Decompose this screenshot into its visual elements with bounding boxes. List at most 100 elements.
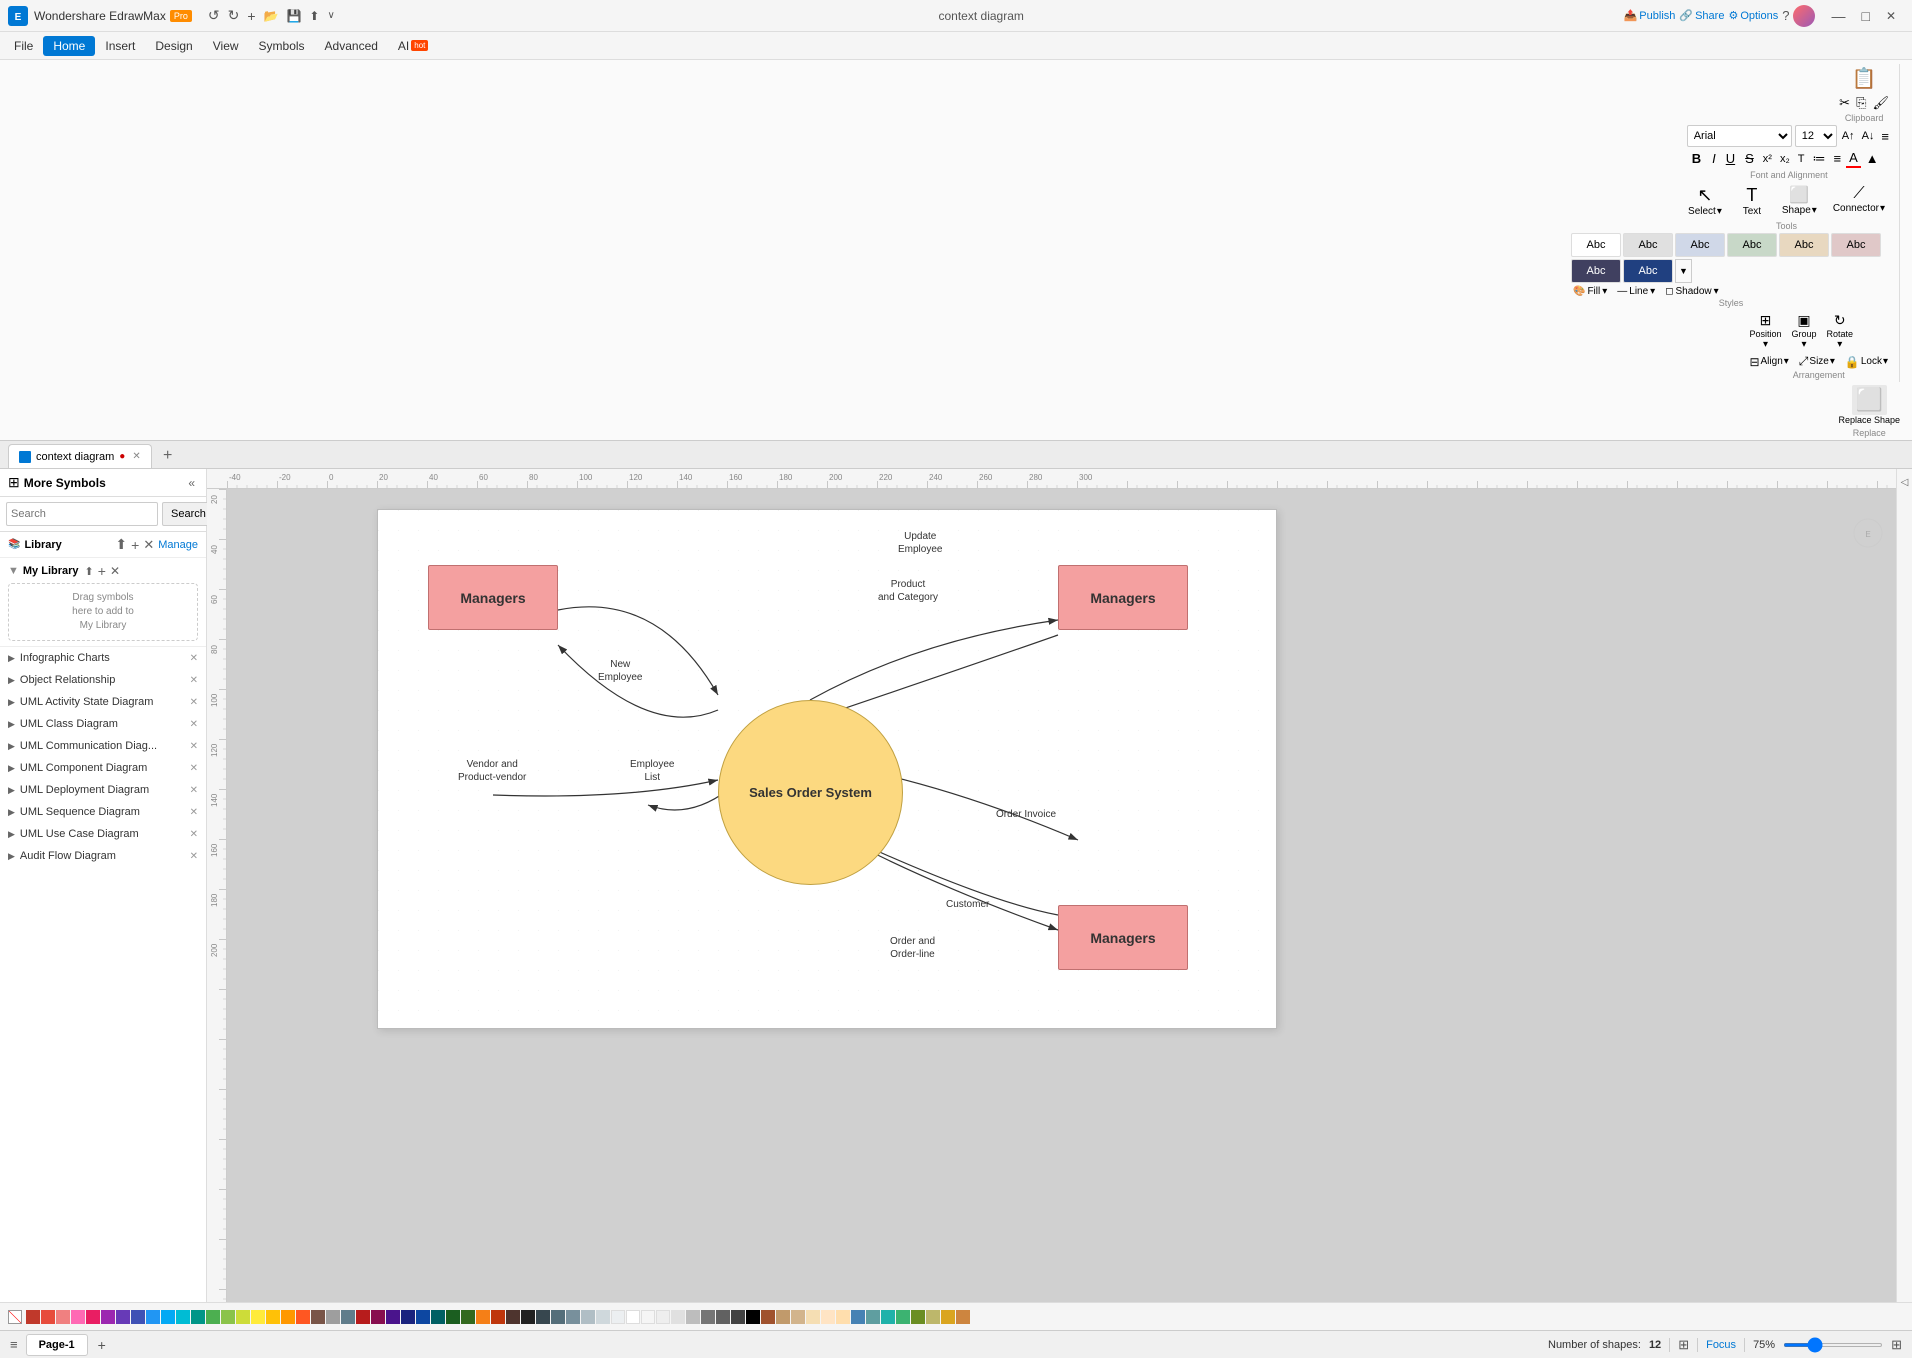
color-swatch[interactable] bbox=[341, 1310, 355, 1324]
style-swatch-8[interactable]: Abc bbox=[1623, 259, 1673, 283]
color-swatch[interactable] bbox=[71, 1310, 85, 1324]
color-swatch[interactable] bbox=[746, 1310, 760, 1324]
color-swatch[interactable] bbox=[761, 1310, 775, 1324]
menu-view[interactable]: View bbox=[203, 36, 249, 56]
text-tool-btn[interactable]: T Text bbox=[1732, 182, 1772, 220]
list-item[interactable]: ▶ UML Use Case Diagram ✕ bbox=[0, 823, 206, 845]
color-swatch[interactable] bbox=[356, 1310, 370, 1324]
menu-insert[interactable]: Insert bbox=[95, 36, 145, 56]
style-swatch-4[interactable]: Abc bbox=[1727, 233, 1777, 257]
menu-advanced[interactable]: Advanced bbox=[315, 36, 388, 56]
color-swatch[interactable] bbox=[596, 1310, 610, 1324]
my-library-add-button[interactable]: + bbox=[98, 563, 106, 579]
list-item[interactable]: ▶ UML Sequence Diagram ✕ bbox=[0, 801, 206, 823]
color-swatch[interactable] bbox=[236, 1310, 250, 1324]
style-swatch-7[interactable]: Abc bbox=[1571, 259, 1621, 283]
color-swatch[interactable] bbox=[701, 1310, 715, 1324]
maximize-button[interactable]: □ bbox=[1853, 6, 1877, 26]
minimize-button[interactable]: — bbox=[1823, 6, 1853, 26]
style-swatch-1[interactable]: Abc bbox=[1571, 233, 1621, 257]
canvas-content[interactable]: Managers Managers Managers Sales Order S… bbox=[227, 489, 1896, 1302]
menu-file[interactable]: File bbox=[4, 36, 43, 56]
color-swatch[interactable] bbox=[836, 1310, 850, 1324]
paste-button[interactable]: 📋 bbox=[1848, 64, 1881, 93]
color-swatch[interactable] bbox=[86, 1310, 100, 1324]
options-button[interactable]: ⚙Options bbox=[1728, 9, 1778, 22]
color-swatch[interactable] bbox=[791, 1310, 805, 1324]
font-size-inc-button[interactable]: A↑ bbox=[1840, 129, 1857, 143]
color-swatch[interactable] bbox=[566, 1310, 580, 1324]
remove-uml-deploy-button[interactable]: ✕ bbox=[190, 785, 198, 796]
color-swatch[interactable] bbox=[56, 1310, 70, 1324]
save-button[interactable]: 💾 bbox=[282, 7, 305, 25]
style-swatch-5[interactable]: Abc bbox=[1779, 233, 1829, 257]
my-library-expand-button[interactable]: ⬆ bbox=[85, 565, 94, 578]
color-swatch[interactable] bbox=[176, 1310, 190, 1324]
center-circle[interactable]: Sales Order System bbox=[718, 700, 903, 885]
color-swatch[interactable] bbox=[221, 1310, 235, 1324]
remove-uml-usecase-button[interactable]: ✕ bbox=[190, 829, 198, 840]
color-swatch[interactable] bbox=[941, 1310, 955, 1324]
color-swatch[interactable] bbox=[131, 1310, 145, 1324]
color-swatch[interactable] bbox=[251, 1310, 265, 1324]
color-swatch[interactable] bbox=[821, 1310, 835, 1324]
fit-button[interactable]: ⊞ bbox=[1678, 1337, 1689, 1353]
bold-button[interactable]: B bbox=[1687, 149, 1706, 168]
superscript-button[interactable]: x² bbox=[1760, 152, 1775, 166]
color-swatch[interactable] bbox=[206, 1310, 220, 1324]
publish-button[interactable]: 📤Publish bbox=[1624, 9, 1676, 22]
undo-button[interactable]: ↺ bbox=[204, 5, 224, 26]
canvas-scroll[interactable]: 20 40 60 80 100 120 140 160 180 200 bbox=[207, 489, 1896, 1302]
page-tab-1[interactable]: Page-1 bbox=[26, 1334, 88, 1356]
list-item[interactable]: ▶ UML Communication Diag... ✕ bbox=[0, 735, 206, 757]
tab-context-diagram[interactable]: context diagram ● ✕ bbox=[8, 444, 152, 468]
remove-uml-seq-button[interactable]: ✕ bbox=[190, 807, 198, 818]
color-swatch[interactable] bbox=[296, 1310, 310, 1324]
color-swatch[interactable] bbox=[41, 1310, 55, 1324]
add-page-button[interactable]: + bbox=[96, 1337, 108, 1353]
font-name-select[interactable]: Arial bbox=[1687, 125, 1792, 147]
manager-box-topright[interactable]: Managers bbox=[1058, 565, 1188, 630]
color-swatch[interactable] bbox=[101, 1310, 115, 1324]
number-list-button[interactable]: ≡ bbox=[1830, 150, 1844, 167]
color-swatch[interactable] bbox=[446, 1310, 460, 1324]
color-swatch[interactable] bbox=[311, 1310, 325, 1324]
color-swatch[interactable] bbox=[191, 1310, 205, 1324]
replace-shape-button[interactable]: ⬜ Replace Shape bbox=[1832, 382, 1906, 428]
color-swatch[interactable] bbox=[731, 1310, 745, 1324]
color-swatch[interactable] bbox=[461, 1310, 475, 1324]
color-swatch[interactable] bbox=[281, 1310, 295, 1324]
color-swatch[interactable] bbox=[386, 1310, 400, 1324]
color-swatch[interactable] bbox=[671, 1310, 685, 1324]
color-swatch[interactable] bbox=[626, 1310, 640, 1324]
panel-collapse-button[interactable]: « bbox=[185, 475, 198, 491]
color-swatch[interactable] bbox=[806, 1310, 820, 1324]
color-swatch[interactable] bbox=[521, 1310, 535, 1324]
size-button[interactable]: ⤢ Size▾ bbox=[1796, 353, 1838, 370]
export-button[interactable]: ⬆ bbox=[305, 7, 323, 25]
fill-button[interactable]: 🎨 Fill ▾ bbox=[1571, 285, 1609, 298]
font-color-button[interactable]: A bbox=[1846, 149, 1861, 168]
zoom-fit-button[interactable]: ⊞ bbox=[1891, 1337, 1902, 1353]
text-align-button[interactable]: ≡ bbox=[1879, 128, 1891, 145]
open-button[interactable]: 📂 bbox=[260, 7, 283, 25]
shadow-button[interactable]: ◻ Shadow ▾ bbox=[1663, 285, 1720, 298]
styles-expand-button[interactable]: ▼ bbox=[1675, 259, 1692, 283]
menu-design[interactable]: Design bbox=[145, 36, 202, 56]
cut-button[interactable]: ✂ bbox=[1837, 94, 1852, 112]
close-button[interactable]: ✕ bbox=[1878, 7, 1904, 25]
font-size-select[interactable]: 12 bbox=[1795, 125, 1837, 147]
color-swatch[interactable] bbox=[911, 1310, 925, 1324]
list-item[interactable]: ▶ Infographic Charts ✕ bbox=[0, 647, 206, 669]
no-fill-indicator[interactable] bbox=[8, 1310, 22, 1324]
close-tab-button[interactable]: ✕ bbox=[132, 451, 140, 462]
color-swatch[interactable] bbox=[611, 1310, 625, 1324]
color-swatch[interactable] bbox=[776, 1310, 790, 1324]
manager-box-bottomright[interactable]: Managers bbox=[1058, 905, 1188, 970]
color-swatch[interactable] bbox=[866, 1310, 880, 1324]
color-swatch[interactable] bbox=[896, 1310, 910, 1324]
color-swatch[interactable] bbox=[926, 1310, 940, 1324]
manager-box-topleft[interactable]: Managers bbox=[428, 565, 558, 630]
new-button[interactable]: + bbox=[243, 6, 259, 26]
remove-uml-class-button[interactable]: ✕ bbox=[190, 719, 198, 730]
